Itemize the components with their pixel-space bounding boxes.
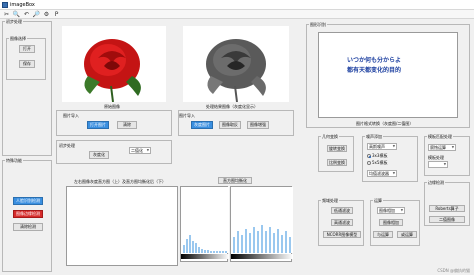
processed-image-axes bbox=[183, 26, 289, 103]
import-panel-left: 图片导入 打开图片 清除 bbox=[56, 110, 172, 136]
histogram-bottom-plot bbox=[231, 187, 293, 259]
recognition-axis-label: 图片格式转换（灰度图/二值图） bbox=[356, 121, 414, 126]
zoom-out-icon[interactable]: 🔎 bbox=[33, 11, 40, 18]
recognition-canvas: いつか何も分からよ 都有天都变化的目的 bbox=[318, 32, 458, 118]
edge-detect-button[interactable]: 图像边缘检测 bbox=[13, 210, 43, 218]
clear-detect-button[interactable]: 清除检测 bbox=[13, 223, 43, 231]
clear-image-button[interactable]: 清除 bbox=[117, 121, 137, 129]
gray-image-button[interactable]: 灰度图片 bbox=[191, 121, 213, 129]
noise-title: 噪声添加 bbox=[365, 134, 383, 140]
grayscale-button[interactable]: 灰度化 bbox=[89, 151, 109, 159]
rose-image bbox=[62, 26, 166, 103]
binarize-value: 二值化 bbox=[131, 147, 143, 153]
face-detect-button[interactable]: 人脸识别检测 bbox=[13, 197, 43, 205]
morph-panel: 模板匹配处理 腐蚀运算 ▼ 模板处理 ▼ bbox=[424, 134, 470, 176]
geometric-title: 几何变换 bbox=[321, 134, 339, 140]
noise-panel: 噪声添加 高斯噪声 ▼ 3x3模板 5x5模板 均值滤波器 ▼ bbox=[362, 134, 418, 182]
undo-icon[interactable]: ↶ bbox=[23, 11, 30, 18]
import-panel-right: 图片导入 灰度图片 图像取反 图像增强 bbox=[178, 110, 294, 136]
init-process-label: 初步处理 bbox=[59, 143, 75, 148]
radio-5x5-label: 5x5模板 bbox=[372, 160, 388, 165]
highpass-button[interactable]: 高通滤波 bbox=[331, 219, 353, 226]
radio-3x3-label: 3x3模板 bbox=[372, 153, 388, 158]
filter-select[interactable]: 均值滤波器 ▼ bbox=[367, 170, 397, 177]
binary-image-button[interactable]: 二值图像 bbox=[429, 216, 465, 223]
filter-value: 均值滤波器 bbox=[369, 170, 389, 176]
scale-button[interactable]: 比例变换 bbox=[327, 159, 347, 166]
ncorr-button[interactable]: NCORR图像模型 bbox=[323, 231, 361, 238]
and-button[interactable]: 与运算 bbox=[373, 231, 393, 238]
histogram-bottom-axes bbox=[230, 186, 293, 262]
hist-equalize-button[interactable]: 直方图均衡化 bbox=[218, 177, 252, 184]
binarize-select[interactable]: 二值化 ▼ bbox=[129, 147, 151, 154]
morph-select[interactable]: 腐蚀运算 ▼ bbox=[428, 144, 456, 151]
frequency-panel: 频域处理 低通滤波 高通滤波 NCORR图像模型 bbox=[318, 198, 364, 246]
frequency-title: 频域处理 bbox=[321, 198, 339, 204]
histogram-left-axes bbox=[66, 186, 178, 266]
save-button[interactable]: 保存 bbox=[19, 60, 35, 68]
settings-icon[interactable]: ⚙ bbox=[43, 11, 50, 18]
ops-title: 运算 bbox=[373, 198, 383, 204]
chevron-down-icon: ▼ bbox=[392, 144, 395, 148]
window-title: imageBox bbox=[10, 1, 35, 8]
histogram-top-plot bbox=[181, 187, 229, 259]
hist-caption: 左右图像灰度直方图（上）及直方图均衡化后（下） bbox=[74, 179, 166, 184]
app-icon bbox=[2, 1, 8, 8]
edge-title: 边缘检测 bbox=[427, 180, 445, 186]
chevron-down-icon: ▼ bbox=[451, 145, 454, 149]
zoom-in-icon[interactable]: 🔍 bbox=[13, 11, 20, 18]
ops-panel: 运算 图像相加 ▼ 图像相加 与运算 或运算 bbox=[370, 198, 420, 246]
enhance-image-button[interactable]: 图像增强 bbox=[247, 121, 269, 129]
chevron-down-icon: ▼ bbox=[146, 148, 149, 152]
histogram-top-axes bbox=[180, 186, 229, 262]
chevron-down-icon: ▼ bbox=[443, 162, 446, 166]
gray-rose-image bbox=[183, 26, 289, 103]
roberts-button[interactable]: Roberts算子 bbox=[429, 205, 465, 212]
ops-value: 图像相加 bbox=[379, 207, 395, 213]
import-label-right: 图片导入 bbox=[179, 113, 195, 118]
recognition-title: 图形识别 bbox=[309, 22, 327, 28]
radio-dot bbox=[367, 161, 371, 165]
init-group-title: 初步处理 bbox=[5, 19, 23, 25]
invert-image-button[interactable]: 图像取反 bbox=[219, 121, 241, 129]
lowpass-button[interactable]: 低通滤波 bbox=[331, 207, 353, 214]
radio-3x3[interactable]: 3x3模板 bbox=[367, 153, 387, 159]
chevron-down-icon: ▼ bbox=[392, 171, 395, 175]
import-label-left: 图片导入 bbox=[63, 113, 79, 118]
canvas-text-line2: 都有天都变化的目的 bbox=[347, 67, 402, 74]
special-panel: 特殊功能 人脸识别检测 图像边缘检测 清除检测 bbox=[2, 158, 52, 272]
title-bar: imageBox bbox=[0, 0, 474, 10]
print-icon[interactable]: P bbox=[53, 11, 60, 18]
original-image-axes bbox=[62, 26, 166, 103]
noise-select[interactable]: 高斯噪声 ▼ bbox=[367, 143, 397, 150]
init-process-panel: 初步处理 灰度化 二值化 ▼ bbox=[56, 140, 172, 164]
morph-template-select[interactable]: ▼ bbox=[428, 161, 448, 168]
image-select-panel: 图像选择 打开 保存 bbox=[6, 36, 46, 80]
radio-dot-selected bbox=[367, 154, 371, 158]
edge-panel: 边缘检测 Roberts算子 二值图像 bbox=[424, 180, 470, 226]
add-button[interactable]: 图像相加 bbox=[379, 219, 403, 226]
canvas-text-line1: いつか何も分からよ bbox=[347, 57, 402, 64]
chevron-down-icon: ▼ bbox=[400, 208, 403, 212]
open-button[interactable]: 打开 bbox=[19, 45, 35, 53]
radio-5x5[interactable]: 5x5模板 bbox=[367, 160, 387, 166]
special-title: 特殊功能 bbox=[5, 158, 23, 164]
figure-toolbar: ✂ 🔍 ↶ 🔎 ⚙ P bbox=[0, 10, 474, 19]
morph-title: 模板匹配处理 bbox=[427, 134, 453, 140]
geometric-panel: 几何变换 旋转变换 比例变换 bbox=[318, 134, 354, 172]
cut-icon[interactable]: ✂ bbox=[3, 11, 10, 18]
noise-value: 高斯噪声 bbox=[369, 143, 385, 149]
open-image-button[interactable]: 打开图片 bbox=[87, 121, 109, 129]
or-button[interactable]: 或运算 bbox=[397, 231, 417, 238]
image-select-title: 图像选择 bbox=[9, 36, 27, 42]
watermark: CSDN @偏执的猫 bbox=[437, 268, 470, 273]
morph-value: 腐蚀运算 bbox=[430, 144, 446, 150]
rotate-button[interactable]: 旋转变换 bbox=[327, 145, 347, 152]
ops-select[interactable]: 图像相加 ▼ bbox=[377, 207, 405, 214]
